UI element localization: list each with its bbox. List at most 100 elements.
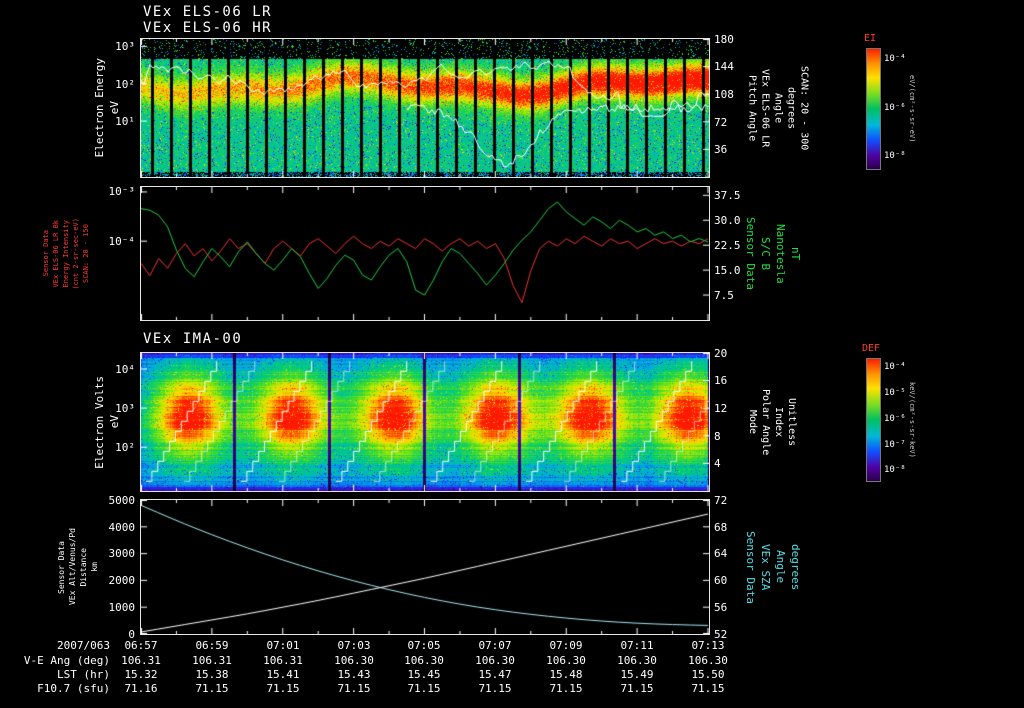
els-colorbar-unit: eV/(cm²-s-sr-eV) [906, 48, 918, 170]
lst-value: 15.45 [407, 668, 441, 681]
altitude-tick: 1000 [108, 601, 136, 614]
lst-value: 15.47 [478, 668, 512, 681]
lst-value: 15.49 [620, 668, 654, 681]
intensity-unit-label: (cnt 2-sr-sec-eV) [72, 217, 80, 290]
ima-right-axis-labels: Mode Polar Angle Index Unitless [742, 352, 802, 492]
time-tick-label: 07:13 [691, 639, 725, 652]
ima-colorbar-unit: keV/(cm²-s-sr-keV) [906, 358, 918, 482]
nanotesla-label: Nanotesla [774, 223, 787, 284]
alt-venus-label: VEx Alt/Venus/Pd [68, 528, 77, 606]
f107-row-label: F10.7 (sfu) [37, 682, 110, 695]
ima-colorbar-unit-text: keV/(cm²-s-sr-keV) [908, 382, 916, 458]
index-axis-label: Index [773, 406, 784, 438]
bfield-intensity-panel [140, 186, 710, 321]
time-tick-label: 06:59 [195, 639, 229, 652]
ve-ang-value: 106.30 [334, 654, 374, 667]
ve-ang-value: 106.30 [617, 654, 657, 667]
sza-right-axis-labels: Sensor Data VEx SZA Angle degrees [742, 499, 804, 635]
time-tick-label: 07:09 [549, 639, 583, 652]
sc-b-label: S/C B [759, 236, 772, 271]
f107-value: 71.15 [478, 682, 512, 695]
ve-ang-value: 106.30 [404, 654, 444, 667]
ima-colorbar [866, 358, 881, 482]
els-y-axis-title: Electron Energy eV [92, 38, 122, 178]
lst-value: 15.43 [337, 668, 371, 681]
f107-value: 71.16 [124, 682, 158, 695]
time-tick-label: 07:05 [407, 639, 441, 652]
energy-intensity-label: Energy Intensity [62, 219, 70, 288]
scan-range-label: SCAN: 20 - 150 [82, 223, 90, 283]
altitude-tick: 3000 [108, 547, 136, 560]
f107-value: 71.15 [266, 682, 300, 695]
time-tick-label: 07:11 [620, 639, 654, 652]
ve-ang-value: 106.31 [192, 654, 232, 667]
f107-value: 71.15 [549, 682, 583, 695]
lst-value: 15.50 [691, 668, 725, 681]
time-tick-label: 07:07 [478, 639, 512, 652]
unitless-axis-label: Unitless [786, 397, 797, 447]
vex-summary-plot-page: VEx ELS-06 LR VEx ELS-06 HR Electron Ene… [0, 0, 1024, 708]
lst-row-label: LST (hr) [57, 668, 110, 681]
els-energy-tick: 10³ [115, 40, 135, 53]
angle-axis-label: Angle [772, 92, 784, 124]
els-energy-tick: 10² [115, 78, 135, 91]
els-right-axis-labels: Pitch Angle VEx ELS-06 LR Angle degrees … [742, 38, 814, 178]
els-energy-tick: 10¹ [115, 115, 135, 128]
sensor-data-label: Sensor Data [57, 540, 66, 594]
ve-ang-value: 106.30 [546, 654, 586, 667]
f107-value: 71.15 [195, 682, 229, 695]
bfield-right-axis-labels: Sensor Data S/C B Nanotesla nT [742, 186, 804, 321]
ve-ang-value: 106.31 [121, 654, 161, 667]
angle-label: Angle [774, 550, 787, 584]
els-lr-axis-label: VEx ELS-06 LR [759, 68, 771, 148]
altitude-axis-labels: Sensor Data VEx Alt/Venus/Pd Distance km [57, 499, 99, 635]
lst-value: 15.48 [549, 668, 583, 681]
els-colorbar-unit-text: eV/(cm²-s-sr-eV) [908, 75, 916, 143]
distance-label: Distance [79, 547, 88, 587]
lst-value: 15.38 [195, 668, 229, 681]
alt-sza-panel [140, 499, 710, 635]
altitude-tick: 5000 [108, 494, 136, 507]
ima-y-axis-unit: eV [108, 415, 121, 429]
intensity-tick: 10⁻³ [108, 185, 136, 198]
time-tick-label: 07:01 [266, 639, 300, 652]
bfield-line-canvas [141, 187, 709, 320]
sensor-data-label: Sensor Data [744, 217, 757, 290]
ve-ang-value: 106.30 [475, 654, 515, 667]
degrees-label: degrees [789, 543, 802, 591]
plot-title-ima: VEx IMA-00 [143, 331, 243, 347]
els-bk-axis-labels: Sensor Data VEx ELS-06 LR Bk Energy Inte… [38, 186, 94, 321]
scan-range-label: SCAN: 20 - 300 [798, 65, 810, 151]
ve-ang-value: 106.31 [263, 654, 303, 667]
ima-y-axis-title-text: Electron Volts [93, 375, 106, 469]
ima-spectrogram-canvas [141, 353, 709, 491]
lst-value: 15.32 [124, 668, 158, 681]
altitude-tick: 4000 [108, 521, 136, 534]
pitch-angle-axis-label: Pitch Angle [746, 74, 758, 142]
plot-title-els-lr: VEx ELS-06 LR [143, 4, 273, 20]
els-colorbar-title: EI [864, 33, 877, 44]
time-tick-label: 06:57 [124, 639, 158, 652]
time-tick-label: 07:03 [337, 639, 371, 652]
intensity-tick: 10⁻⁴ [108, 235, 136, 248]
vex-sza-label: VEx SZA [759, 543, 772, 591]
sensor-data-label: Sensor Data [42, 230, 50, 277]
altitude-tick: 2000 [108, 574, 136, 587]
f107-value: 71.15 [620, 682, 654, 695]
f107-value: 71.15 [337, 682, 371, 695]
ima-spectrogram-panel [140, 352, 710, 492]
plot-title-els-hr: VEx ELS-06 HR [143, 20, 273, 36]
els-colorbar [866, 48, 881, 170]
km-unit-label: km [90, 562, 99, 572]
ima-energy-tick: 10³ [115, 402, 135, 415]
ima-colorbar-title: DEF [862, 343, 881, 354]
date-label: 2007/063 [57, 639, 110, 652]
els-y-axis-unit: eV [108, 101, 121, 115]
ima-energy-tick: 10⁴ [115, 363, 135, 376]
alt-sza-line-canvas [141, 500, 709, 634]
f107-value: 71.15 [407, 682, 441, 695]
degrees-axis-label: degrees [785, 86, 797, 130]
ve-ang-row-label: V-E Ang (deg) [23, 654, 110, 667]
nt-unit-label: nT [789, 246, 802, 261]
f107-value: 71.15 [691, 682, 725, 695]
